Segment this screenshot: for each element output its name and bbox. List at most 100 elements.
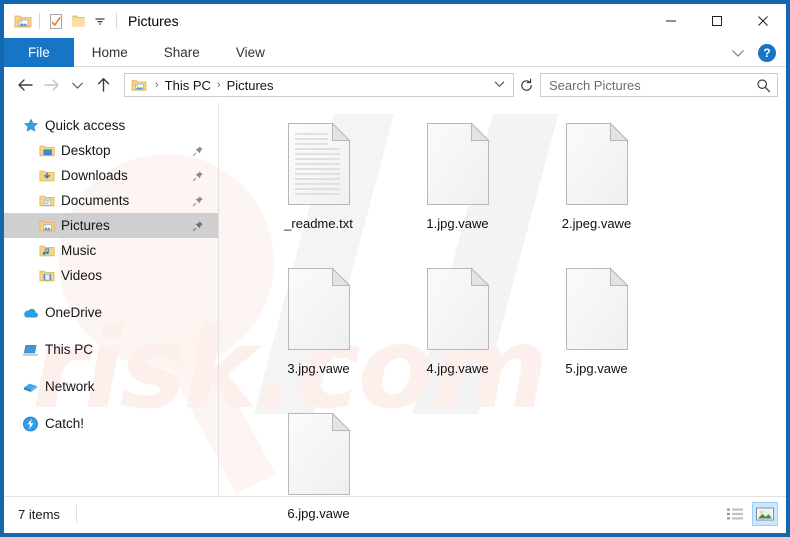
window-controls [648, 4, 786, 38]
sidebar-label: Documents [61, 193, 130, 208]
sidebar-label: This PC [45, 342, 94, 357]
sidebar-label: OneDrive [45, 305, 103, 320]
ribbon-right-controls: ? [726, 38, 782, 67]
file-list-pane[interactable]: _readme.txt 1.jpg.vawe 2.jpeg.vawe 3.jpg… [219, 103, 786, 521]
refresh-button[interactable] [514, 73, 538, 97]
sidebar-item-this-pc[interactable]: This PC [4, 337, 218, 362]
blank-document-icon [286, 266, 352, 352]
pin-icon[interactable] [192, 195, 204, 207]
star-icon [22, 117, 39, 134]
sidebar-gap-2 [4, 325, 218, 337]
sidebar-label: Music [61, 243, 97, 258]
sidebar-label: Quick access [45, 118, 126, 133]
file-name: 3.jpg.vawe [287, 361, 350, 376]
sidebar-gap-4 [4, 399, 218, 411]
search-input[interactable] [549, 77, 756, 93]
folder-pictures-icon[interactable] [12, 10, 34, 32]
sidebar-item-pictures[interactable]: Pictures [4, 213, 218, 238]
sidebar-label: Downloads [61, 168, 128, 183]
file-name: 1.jpg.vawe [426, 216, 489, 231]
minimize-button[interactable] [648, 4, 694, 38]
breadcrumb-pictures[interactable]: Pictures [227, 78, 274, 93]
sidebar-label: Pictures [61, 218, 110, 233]
sidebar-label: Desktop [61, 143, 111, 158]
pin-icon[interactable] [192, 145, 204, 157]
file-grid: _readme.txt 1.jpg.vawe 2.jpeg.vawe 3.jpg… [249, 117, 786, 533]
customize-quick-access-toolbar-icon[interactable] [89, 10, 111, 32]
qat-separator-1 [39, 13, 40, 29]
sidebar-item-music[interactable]: Music [4, 238, 218, 263]
status-bar: 7 items [4, 496, 786, 531]
up-button[interactable] [90, 72, 116, 98]
tab-share[interactable]: Share [146, 38, 218, 67]
chevron-down-icon[interactable] [726, 41, 750, 65]
item-count-label: 7 items [18, 506, 60, 522]
text-document-icon [286, 121, 352, 207]
folder-music-icon [38, 242, 55, 259]
sidebar-label: Catch! [45, 416, 85, 431]
blank-document-icon [286, 411, 352, 497]
sidebar-item-onedrive[interactable]: OneDrive [4, 300, 218, 325]
pin-icon[interactable] [192, 220, 204, 232]
ribbon-tab-bar: File Home Share View ? [4, 38, 786, 67]
sidebar-item-catch[interactable]: Catch! [4, 411, 218, 436]
maximize-button[interactable] [694, 4, 740, 38]
breadcrumb-separator-2[interactable]: › [211, 79, 227, 91]
tab-view[interactable]: View [218, 38, 283, 67]
sidebar-label: Videos [61, 268, 103, 283]
folder-pictures-icon [131, 78, 147, 92]
file-item[interactable]: 2.jpeg.vawe [527, 117, 666, 262]
breadcrumb-this-pc[interactable]: This PC [165, 78, 211, 93]
file-name: _readme.txt [284, 216, 353, 231]
catch-icon [22, 415, 39, 432]
address-path-box[interactable]: › This PC › Pictures [124, 73, 514, 97]
folder-documents-icon [38, 192, 55, 209]
search-box[interactable] [540, 73, 778, 97]
search-icon[interactable] [756, 78, 771, 93]
tab-home[interactable]: Home [74, 38, 146, 67]
recent-locations-button[interactable] [64, 72, 90, 98]
blank-document-icon [425, 266, 491, 352]
navigation-pane: Quick access Desktop Downloads Documents… [4, 103, 218, 496]
quick-access-toolbar [4, 10, 122, 32]
file-item[interactable]: _readme.txt [249, 117, 388, 262]
tab-file[interactable]: File [4, 38, 74, 67]
blank-document-icon [425, 121, 491, 207]
content-area: Quick access Desktop Downloads Documents… [4, 103, 786, 521]
new-folder-icon[interactable] [67, 10, 89, 32]
forward-button[interactable] [38, 72, 64, 98]
folder-videos-icon [38, 267, 55, 284]
sidebar-item-desktop[interactable]: Desktop [4, 138, 218, 163]
sidebar-item-network[interactable]: Network [4, 374, 218, 399]
status-separator [75, 505, 77, 523]
address-dropdown-icon[interactable] [490, 79, 509, 91]
properties-icon[interactable] [45, 10, 67, 32]
folder-desktop-icon [38, 142, 55, 159]
sidebar-label: Network [45, 379, 95, 394]
blank-document-icon [564, 266, 630, 352]
sidebar-item-quick-access[interactable]: Quick access [4, 113, 218, 138]
help-button[interactable]: ? [758, 43, 776, 62]
file-item[interactable]: 1.jpg.vawe [388, 117, 527, 262]
sidebar-item-videos[interactable]: Videos [4, 263, 218, 288]
file-name: 5.jpg.vawe [565, 361, 628, 376]
pin-icon[interactable] [192, 170, 204, 182]
breadcrumb-separator-1[interactable]: › [149, 79, 165, 91]
title-bar: Pictures [4, 4, 786, 38]
close-button[interactable] [740, 4, 786, 38]
large-icons-view-button[interactable] [752, 502, 778, 526]
file-item[interactable]: 4.jpg.vawe [388, 262, 527, 407]
sidebar-item-downloads[interactable]: Downloads [4, 163, 218, 188]
file-item[interactable]: 3.jpg.vawe [249, 262, 388, 407]
sidebar-gap-1 [4, 288, 218, 300]
details-view-button[interactable] [722, 502, 748, 526]
this-pc-icon [22, 341, 39, 358]
qat-separator-2 [116, 13, 117, 29]
back-button[interactable] [12, 72, 38, 98]
address-bar: › This PC › Pictures [4, 67, 786, 103]
file-item[interactable]: 5.jpg.vawe [527, 262, 666, 407]
onedrive-cloud-icon [22, 304, 39, 321]
window-inner: risk.com Pictures File Home Share View ?… [4, 4, 786, 533]
sidebar-gap-3 [4, 362, 218, 374]
sidebar-item-documents[interactable]: Documents [4, 188, 218, 213]
